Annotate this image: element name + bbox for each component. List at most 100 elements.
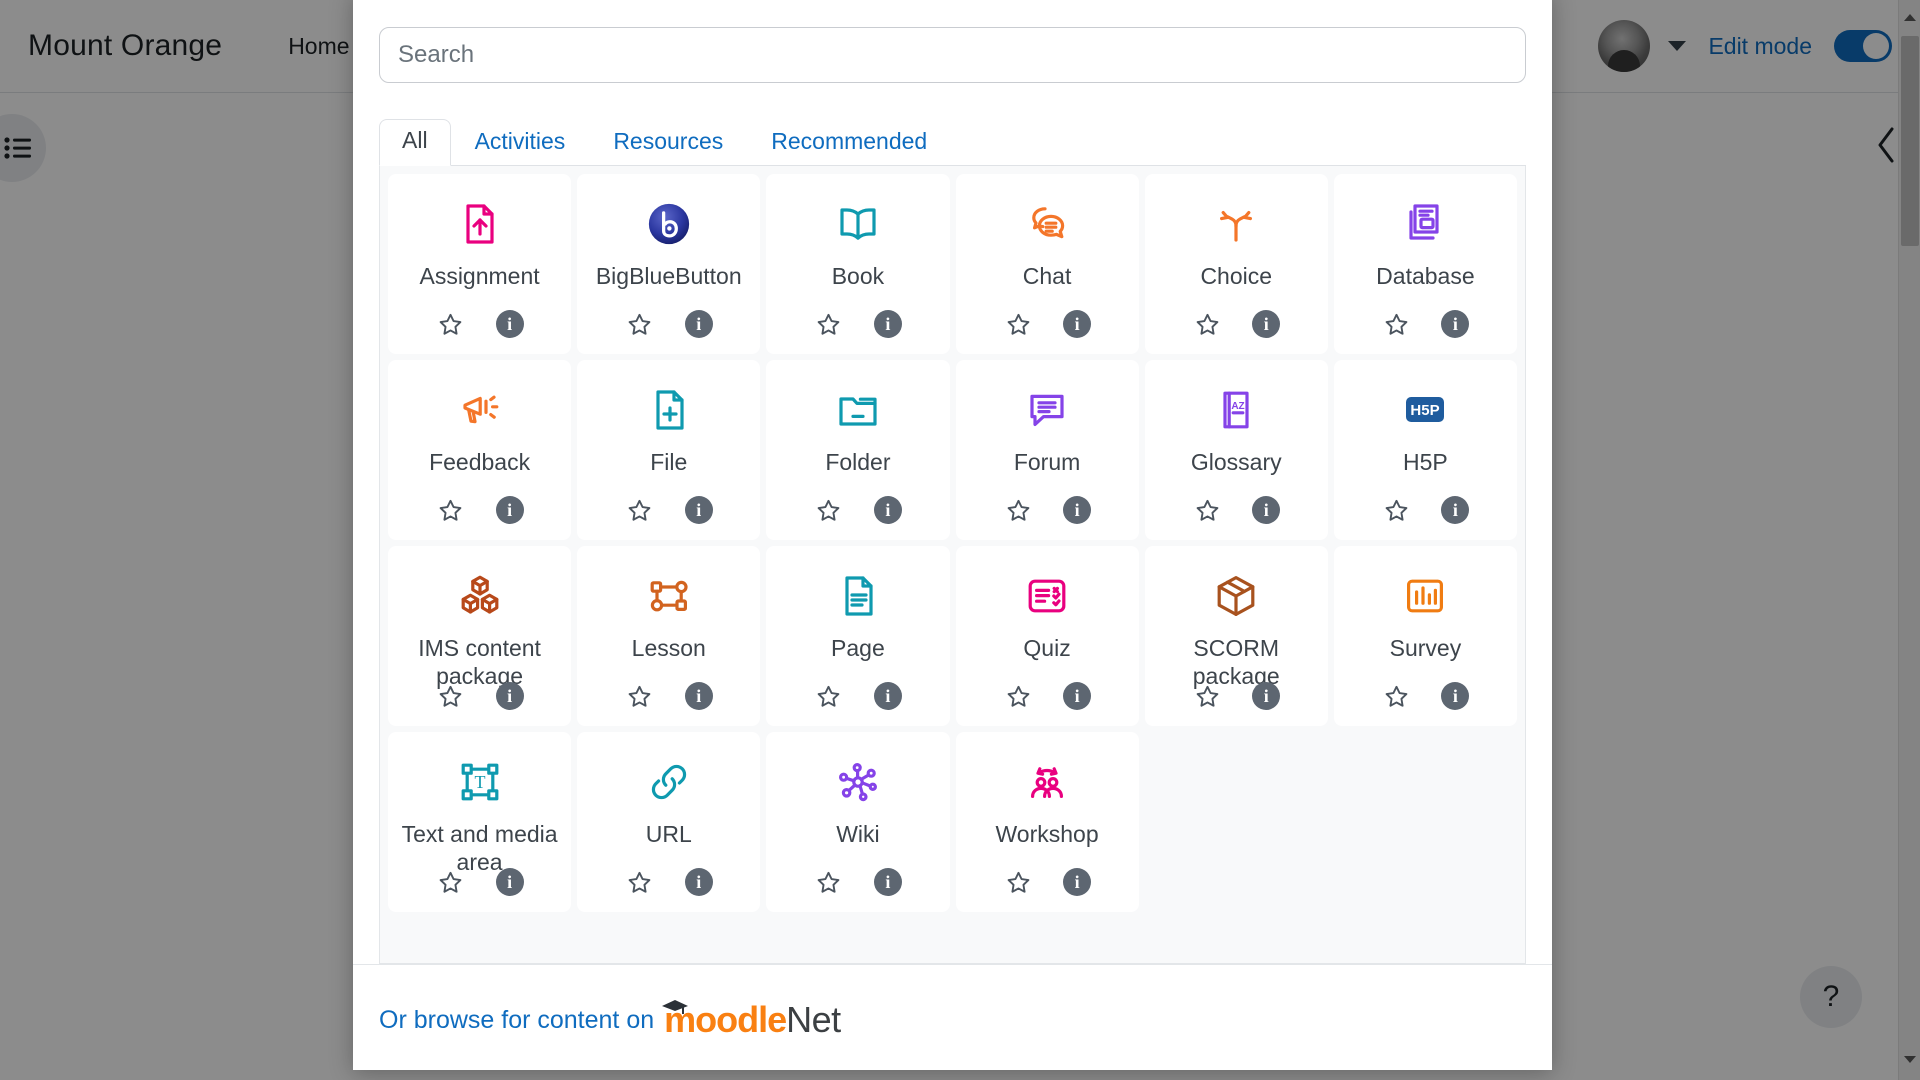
info-icon[interactable]: i <box>1441 496 1469 524</box>
favourite-star-icon[interactable] <box>1381 495 1411 525</box>
favourite-star-icon[interactable] <box>625 495 655 525</box>
svg-text:T: T <box>474 772 485 792</box>
activity-card[interactable]: Survey i <box>1334 546 1517 726</box>
favourite-star-icon[interactable] <box>814 681 844 711</box>
info-icon[interactable]: i <box>1441 682 1469 710</box>
favourite-star-icon[interactable] <box>625 867 655 897</box>
activity-card[interactable]: Database i <box>1334 174 1517 354</box>
activity-card[interactable]: T Text and media area i <box>388 732 571 912</box>
activity-card[interactable]: URL i <box>577 732 760 912</box>
favourite-star-icon[interactable] <box>1192 681 1222 711</box>
ims-package-icon <box>456 568 504 624</box>
activity-card[interactable]: IMS content package i <box>388 546 571 726</box>
info-icon[interactable]: i <box>1063 682 1091 710</box>
favourite-star-icon[interactable] <box>436 867 466 897</box>
activity-card[interactable]: File i <box>577 360 760 540</box>
activity-chooser-modal: Search All Activities Resources Recommen… <box>353 0 1552 1070</box>
favourite-star-icon[interactable] <box>1192 495 1222 525</box>
activity-card-actions: i <box>577 681 760 711</box>
activity-card-label: URL <box>646 820 692 848</box>
activity-card[interactable]: Page i <box>766 546 949 726</box>
activity-card[interactable]: Feedback i <box>388 360 571 540</box>
info-icon[interactable]: i <box>685 310 713 338</box>
activity-card-actions: i <box>956 495 1139 525</box>
activity-card[interactable]: AZ Glossary i <box>1145 360 1328 540</box>
favourite-star-icon[interactable] <box>814 867 844 897</box>
file-icon <box>645 382 693 438</box>
info-icon[interactable]: i <box>685 682 713 710</box>
info-icon[interactable]: i <box>496 310 524 338</box>
info-icon[interactable]: i <box>685 496 713 524</box>
survey-icon <box>1401 568 1449 624</box>
info-icon[interactable]: i <box>1063 496 1091 524</box>
tab-all[interactable]: All <box>379 119 451 166</box>
activity-card-label: File <box>650 448 687 476</box>
info-icon[interactable]: i <box>496 868 524 896</box>
tab-activities[interactable]: Activities <box>451 122 590 165</box>
activity-card-actions: i <box>766 495 949 525</box>
favourite-star-icon[interactable] <box>1381 681 1411 711</box>
activity-card-label: Folder <box>825 448 890 476</box>
favourite-star-icon[interactable] <box>1003 495 1033 525</box>
info-icon[interactable]: i <box>1252 310 1280 338</box>
tab-resources[interactable]: Resources <box>589 122 747 165</box>
scorm-package-icon <box>1212 568 1260 624</box>
activity-card[interactable]: H5P H5P i <box>1334 360 1517 540</box>
info-icon[interactable]: i <box>496 682 524 710</box>
activity-card-actions: i <box>956 867 1139 897</box>
activity-card[interactable]: Folder i <box>766 360 949 540</box>
activity-card[interactable]: Workshop i <box>956 732 1139 912</box>
activity-card[interactable]: Quiz i <box>956 546 1139 726</box>
info-icon[interactable]: i <box>1252 682 1280 710</box>
activity-card[interactable]: Book i <box>766 174 949 354</box>
activity-card-label: Choice <box>1200 262 1272 290</box>
favourite-star-icon[interactable] <box>436 309 466 339</box>
moodlenet-logo: moodle Net <box>664 999 841 1041</box>
text-media-area-icon: T <box>456 754 504 810</box>
info-icon[interactable]: i <box>1063 310 1091 338</box>
info-icon[interactable]: i <box>874 682 902 710</box>
favourite-star-icon[interactable] <box>436 681 466 711</box>
info-icon[interactable]: i <box>1441 310 1469 338</box>
favourite-star-icon[interactable] <box>625 681 655 711</box>
favourite-star-icon[interactable] <box>1003 309 1033 339</box>
activity-card-label: BigBlueButton <box>596 262 742 290</box>
favourite-star-icon[interactable] <box>1192 309 1222 339</box>
search-input[interactable]: Search <box>379 27 1526 83</box>
svg-text:AZ: AZ <box>1232 401 1245 412</box>
activity-card-actions: i <box>956 309 1139 339</box>
info-icon[interactable]: i <box>874 868 902 896</box>
glossary-icon: AZ <box>1212 382 1260 438</box>
info-icon[interactable]: i <box>874 310 902 338</box>
favourite-star-icon[interactable] <box>1003 681 1033 711</box>
info-icon[interactable]: i <box>874 496 902 524</box>
favourite-star-icon[interactable] <box>625 309 655 339</box>
tab-recommended[interactable]: Recommended <box>747 122 951 165</box>
info-icon[interactable]: i <box>496 496 524 524</box>
activity-card[interactable]: Forum i <box>956 360 1139 540</box>
moodlenet-link[interactable]: Or browse for content on moodle Net <box>379 999 1552 1041</box>
info-icon[interactable]: i <box>685 868 713 896</box>
activity-card[interactable]: SCORM package i <box>1145 546 1328 726</box>
forum-icon <box>1023 382 1071 438</box>
activity-card-label: Chat <box>1023 262 1072 290</box>
activity-card[interactable]: BigBlueButton i <box>577 174 760 354</box>
activity-card-label: Database <box>1376 262 1474 290</box>
favourite-star-icon[interactable] <box>814 309 844 339</box>
activity-card[interactable]: Assignment i <box>388 174 571 354</box>
activity-card-actions: i <box>1334 309 1517 339</box>
activity-card[interactable]: Wiki i <box>766 732 949 912</box>
activity-card[interactable]: Chat i <box>956 174 1139 354</box>
activity-card-actions: i <box>1334 681 1517 711</box>
info-icon[interactable]: i <box>1252 496 1280 524</box>
favourite-star-icon[interactable] <box>1003 867 1033 897</box>
empty-grid-cell <box>1334 732 1517 912</box>
page-icon <box>834 568 882 624</box>
activity-card[interactable]: Lesson i <box>577 546 760 726</box>
favourite-star-icon[interactable] <box>814 495 844 525</box>
favourite-star-icon[interactable] <box>436 495 466 525</box>
favourite-star-icon[interactable] <box>1381 309 1411 339</box>
assignment-icon <box>456 196 504 252</box>
info-icon[interactable]: i <box>1063 868 1091 896</box>
activity-card[interactable]: Choice i <box>1145 174 1328 354</box>
